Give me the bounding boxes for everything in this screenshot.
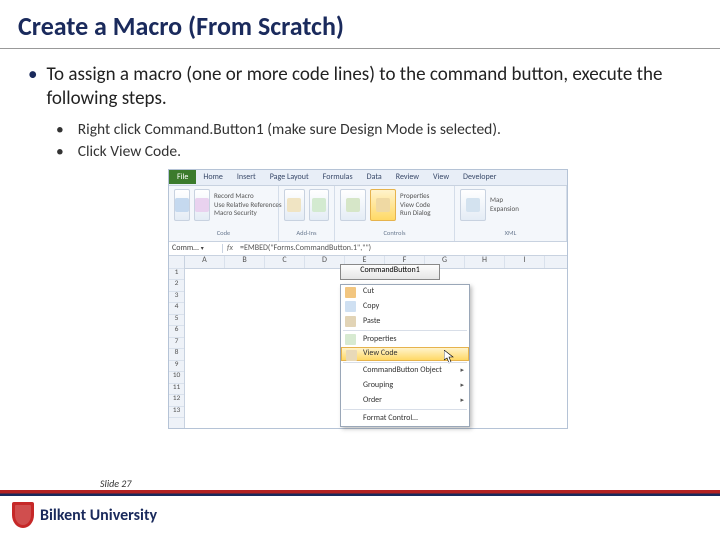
bullet-level2: Click View Code.	[56, 142, 692, 161]
scissors-icon	[345, 287, 356, 298]
ctx-paste[interactable]: Paste	[341, 314, 469, 329]
com-addins-button[interactable]	[309, 189, 330, 221]
separator	[343, 330, 467, 331]
row-header[interactable]: 13	[169, 407, 184, 419]
bullet-level2: Right click Command.Button1 (make sure D…	[56, 120, 692, 139]
insert-control-button[interactable]	[340, 189, 366, 221]
ctx-grouping[interactable]: Grouping	[341, 378, 469, 393]
run-dialog-button[interactable]: Run Dialog	[400, 209, 431, 217]
macros-button[interactable]	[194, 189, 210, 221]
view-code-button[interactable]: View Code	[400, 201, 431, 209]
slide-number: Slide 27	[100, 477, 131, 490]
name-box-text: Comm…	[172, 244, 199, 253]
row-header[interactable]: 8	[169, 349, 184, 361]
sub-bullet-text: Click View Code.	[78, 142, 181, 161]
sub-bullet-text: Right click Command.Button1 (make sure D…	[78, 120, 501, 139]
row-header[interactable]: 4	[169, 303, 184, 315]
design-mode-button[interactable]	[370, 189, 396, 221]
col-header[interactable]: A	[185, 256, 225, 268]
record-macro-button[interactable]: Record Macro	[214, 192, 282, 200]
ctx-copy[interactable]: Copy	[341, 299, 469, 314]
ribbon-tab[interactable]: Formulas	[316, 171, 360, 184]
ribbon-tab[interactable]: Page Layout	[263, 171, 316, 184]
ribbon-tab[interactable]: View	[426, 171, 456, 184]
ribbon-tab[interactable]: Data	[360, 171, 389, 184]
properties-button[interactable]: Properties	[400, 192, 431, 200]
separator	[343, 362, 467, 363]
ctx-format-control[interactable]: Format Control…	[341, 411, 469, 426]
formula-bar: Comm…▾ fx =EMBED("Forms.CommandButton.1"…	[169, 242, 567, 256]
ribbon-tab[interactable]: Developer	[456, 171, 503, 184]
map-button[interactable]: Map	[490, 196, 519, 204]
col-header[interactable]: I	[505, 256, 545, 268]
copy-icon	[345, 301, 356, 312]
macro-security-button[interactable]: Macro Security	[214, 209, 282, 217]
visual-basic-button[interactable]	[174, 189, 190, 221]
col-header[interactable]: D	[305, 256, 345, 268]
bullet-level1: To assign a macro (one or more code line…	[28, 63, 692, 112]
ribbon-tab[interactable]: Home	[196, 171, 230, 184]
content-area: To assign a macro (one or more code line…	[0, 63, 720, 429]
ribbon-tab[interactable]: Insert	[230, 171, 263, 184]
slide-title: Create a Macro (From Scratch)	[0, 0, 720, 49]
spreadsheet-grid: 1 2 3 4 5 6 7 8 9 10 11 12 13 A B C D	[169, 256, 567, 428]
row-header[interactable]: 2	[169, 280, 184, 292]
properties-icon	[345, 334, 356, 345]
fx-icon[interactable]: fx	[223, 244, 237, 253]
row-header[interactable]: 12	[169, 395, 184, 407]
group-label: Add-Ins	[284, 230, 329, 237]
context-menu: Cut Copy Paste Properties View Code Comm…	[340, 284, 470, 427]
ctx-commandbutton-object[interactable]: CommandButton Object	[341, 364, 469, 379]
row-headers: 1 2 3 4 5 6 7 8 9 10 11 12 13	[169, 256, 185, 428]
row-header[interactable]: 10	[169, 372, 184, 384]
expansion-button[interactable]: Expansion	[490, 205, 519, 213]
bullet-text: To assign a macro (one or more code line…	[46, 63, 692, 112]
ctx-order[interactable]: Order	[341, 393, 469, 408]
ctx-cut[interactable]: Cut	[341, 285, 469, 300]
excel-screenshot: File Home Insert Page Layout Formulas Da…	[168, 169, 568, 429]
row-header[interactable]: 6	[169, 326, 184, 338]
col-header[interactable]: H	[465, 256, 505, 268]
addins-button[interactable]	[284, 189, 305, 221]
formula-text[interactable]: =EMBED("Forms.CommandButton.1","")	[237, 244, 371, 253]
command-button[interactable]: CommandButton1	[340, 264, 440, 280]
chevron-down-icon[interactable]: ▾	[201, 245, 204, 252]
source-button[interactable]	[460, 189, 486, 221]
university-name: Bilkent University	[40, 506, 157, 525]
clipboard-icon	[345, 316, 356, 327]
name-box[interactable]: Comm…▾	[169, 244, 223, 253]
ctx-view-code[interactable]: View Code	[341, 347, 469, 361]
col-header[interactable]: C	[265, 256, 305, 268]
shield-icon	[12, 502, 34, 528]
ctx-properties[interactable]: Properties	[341, 332, 469, 347]
code-icon	[346, 350, 357, 361]
ribbon-tabs: File Home Insert Page Layout Formulas Da…	[169, 170, 567, 186]
col-header[interactable]: B	[225, 256, 265, 268]
group-label: Code	[174, 230, 273, 237]
relative-refs-button[interactable]: Use Relative References	[214, 201, 282, 209]
file-tab[interactable]: File	[169, 170, 196, 184]
ribbon-body: Record Macro Use Relative References Mac…	[169, 186, 567, 242]
group-label: Controls	[340, 230, 449, 237]
group-label: XML	[460, 230, 561, 237]
ribbon-tab[interactable]: Review	[389, 171, 426, 184]
separator	[343, 409, 467, 410]
university-logo: Bilkent University	[12, 502, 157, 528]
footer-stripe	[0, 490, 720, 496]
